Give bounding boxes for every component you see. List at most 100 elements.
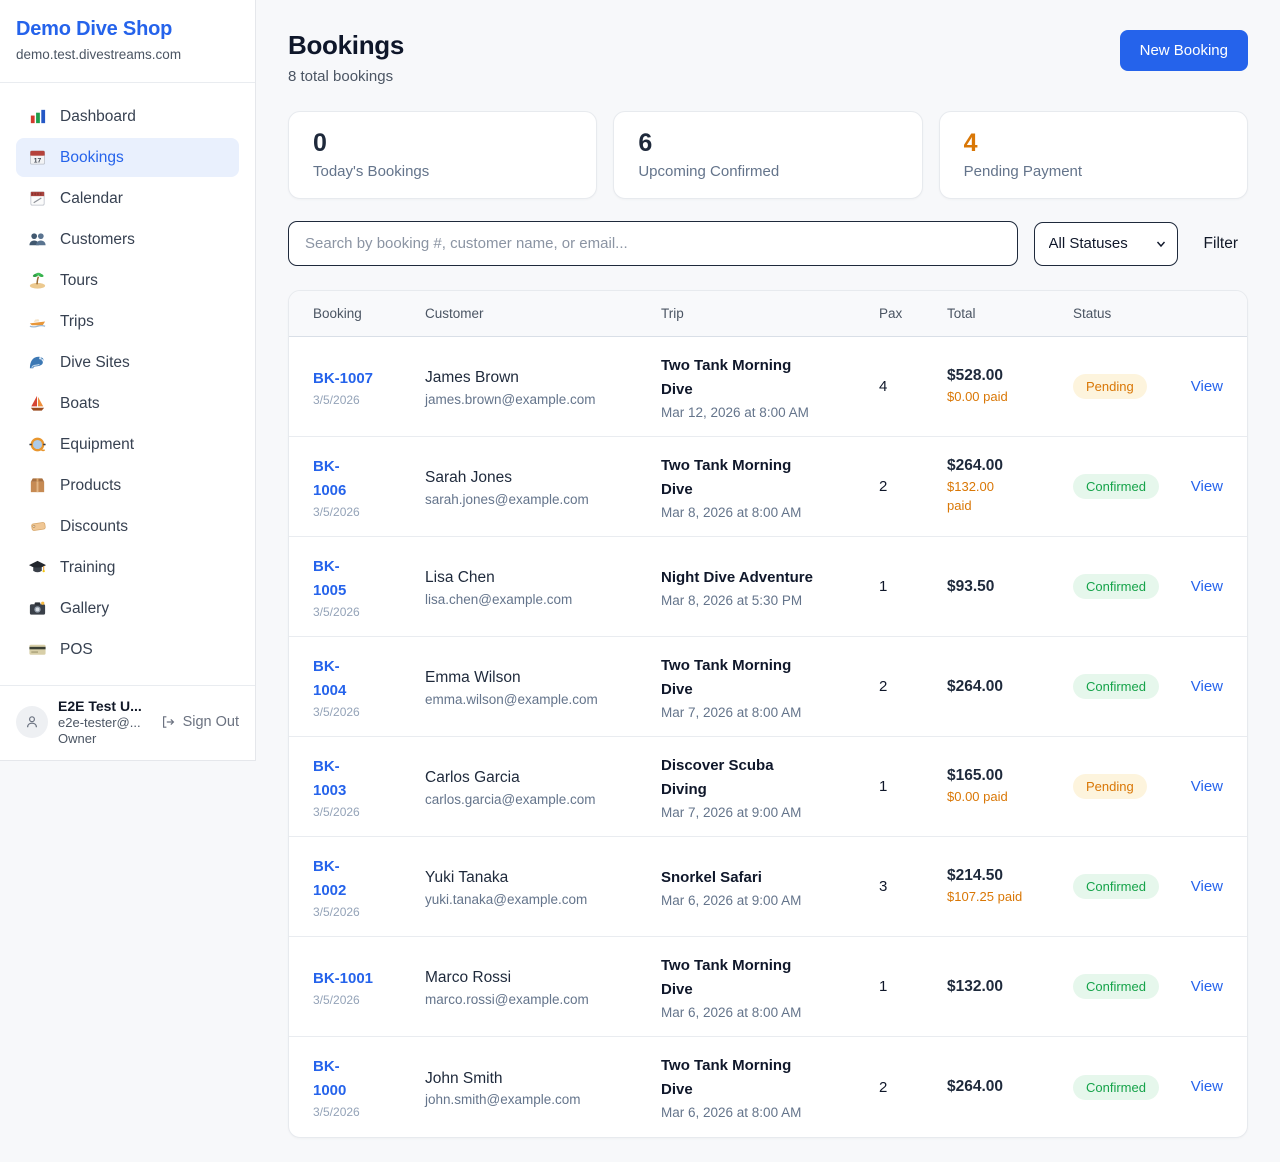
sidebar-item-label: Gallery: [60, 600, 109, 618]
sidebar-item-boats[interactable]: Boats: [16, 384, 239, 423]
sign-out-icon: [160, 714, 176, 730]
sailboat-icon: [28, 394, 47, 413]
column-header-trip: Trip: [661, 291, 879, 336]
sidebar-item-label: Training: [60, 559, 115, 577]
page-header: Bookings 8 total bookings New Booking: [288, 30, 1248, 85]
sidebar-item-label: POS: [60, 641, 93, 659]
sidebar-item-dive-sites[interactable]: Dive Sites: [16, 343, 239, 382]
table-body: BK-1007 3/5/2026 James Brown james.brown…: [289, 337, 1247, 1137]
table-row[interactable]: BK-1005 3/5/2026 Lisa Chen lisa.chen@exa…: [289, 537, 1247, 637]
page-title: Bookings: [288, 30, 404, 61]
sidebar-item-bookings[interactable]: 17 Bookings: [16, 138, 239, 177]
pax-count: 1: [879, 978, 947, 995]
paid-amount: $0.00 paid: [947, 788, 1027, 807]
package-icon: [28, 476, 47, 495]
table-row[interactable]: BK-1006 3/5/2026 Sarah Jones sarah.jones…: [289, 437, 1247, 537]
filter-button[interactable]: Filter: [1194, 229, 1248, 259]
dive-mask-icon: [28, 435, 47, 454]
column-header-pax: Pax: [879, 291, 947, 336]
sidebar-item-pos[interactable]: POS: [16, 630, 239, 669]
sidebar-item-customers[interactable]: Customers: [16, 220, 239, 259]
main-content: Bookings 8 total bookings New Booking 0 …: [256, 0, 1280, 1138]
customer-email: sarah.jones@example.com: [425, 492, 661, 507]
trip-datetime: Mar 7, 2026 at 9:00 AM: [661, 805, 879, 820]
sidebar-item-label: Dashboard: [60, 108, 136, 126]
sign-out-button[interactable]: Sign Out: [160, 714, 239, 730]
sidebar-item-gallery[interactable]: Gallery: [16, 589, 239, 628]
table-row[interactable]: BK-1004 3/5/2026 Emma Wilson emma.wilson…: [289, 637, 1247, 737]
sidebar-item-label: Boats: [60, 395, 100, 413]
status-select-wrap: All Statuses: [1034, 222, 1178, 266]
sidebar-item-calendar[interactable]: Calendar: [16, 179, 239, 218]
paid-amount: $107.25 paid: [947, 888, 1027, 907]
view-link[interactable]: View: [1191, 478, 1223, 495]
sidebar-item-label: Bookings: [60, 149, 124, 167]
new-booking-button[interactable]: New Booking: [1120, 30, 1248, 71]
customer-name: Marco Rossi: [425, 966, 661, 989]
booking-date: 3/5/2026: [313, 993, 425, 1007]
user-email: e2e-tester@...: [58, 715, 150, 730]
sidebar-item-tours[interactable]: Tours: [16, 261, 239, 300]
paid-amount: $132.00paid: [947, 478, 1027, 516]
table-row[interactable]: BK-1002 3/5/2026 Yuki Tanaka yuki.tanaka…: [289, 837, 1247, 937]
stat-todays-bookings: 0 Today's Bookings: [288, 111, 597, 199]
trip-datetime: Mar 8, 2026 at 8:00 AM: [661, 505, 879, 520]
total-amount: $264.00: [947, 457, 1073, 475]
table-row[interactable]: BK-1007 3/5/2026 James Brown james.brown…: [289, 337, 1247, 437]
filter-controls: All Statuses Filter: [288, 221, 1248, 266]
trip-name: Two Tank MorningDive: [661, 1054, 879, 1102]
booking-id-link[interactable]: BK-1005: [313, 555, 346, 603]
svg-text:17: 17: [34, 157, 42, 164]
trip-datetime: Mar 6, 2026 at 8:00 AM: [661, 1005, 879, 1020]
view-link[interactable]: View: [1191, 878, 1223, 895]
table-row[interactable]: BK-1001 3/5/2026 Marco Rossi marco.rossi…: [289, 937, 1247, 1037]
sidebar-item-trips[interactable]: Trips: [16, 302, 239, 341]
search-input[interactable]: [288, 221, 1018, 266]
booking-id-link[interactable]: BK-1002: [313, 855, 346, 903]
stat-value: 4: [964, 129, 1223, 158]
total-amount: $165.00: [947, 767, 1073, 785]
sidebar-item-label: Trips: [60, 313, 94, 331]
sidebar-item-products[interactable]: Products: [16, 466, 239, 505]
sidebar-item-dashboard[interactable]: Dashboard: [16, 97, 239, 136]
stat-upcoming-confirmed: 6 Upcoming Confirmed: [613, 111, 922, 199]
booking-id-link[interactable]: BK-1006: [313, 455, 346, 503]
status-select[interactable]: All Statuses: [1034, 222, 1178, 266]
view-link[interactable]: View: [1191, 578, 1223, 595]
sidebar-item-label: Discounts: [60, 518, 128, 536]
total-amount: $528.00: [947, 367, 1073, 385]
view-link[interactable]: View: [1191, 1078, 1223, 1095]
user-info: E2E Test U... e2e-tester@... Owner: [58, 698, 150, 746]
view-link[interactable]: View: [1191, 778, 1223, 795]
stat-label: Today's Bookings: [313, 163, 572, 180]
pax-count: 1: [879, 778, 947, 795]
booking-id-link[interactable]: BK-1001: [313, 967, 373, 991]
view-link[interactable]: View: [1191, 678, 1223, 695]
booking-id-link[interactable]: BK-1000: [313, 1055, 346, 1103]
sidebar-item-training[interactable]: Training: [16, 548, 239, 587]
booking-id-link[interactable]: BK-1004: [313, 655, 346, 703]
booking-id-link[interactable]: BK-1007: [313, 367, 373, 391]
column-header-total: Total: [947, 291, 1073, 336]
customer-email: lisa.chen@example.com: [425, 592, 661, 607]
trip-datetime: Mar 12, 2026 at 8:00 AM: [661, 405, 879, 420]
status-badge: Pending: [1073, 774, 1147, 799]
total-amount: $214.50: [947, 867, 1073, 885]
table-row[interactable]: BK-1003 3/5/2026 Carlos Garcia carlos.ga…: [289, 737, 1247, 837]
booking-date: 3/5/2026: [313, 705, 425, 719]
booking-date: 3/5/2026: [313, 1105, 425, 1119]
booking-id-link[interactable]: BK-1003: [313, 755, 346, 803]
customer-name: Yuki Tanaka: [425, 866, 661, 889]
view-link[interactable]: View: [1191, 378, 1223, 395]
sidebar: Demo Dive Shop demo.test.divestreams.com…: [0, 0, 256, 761]
table-row[interactable]: BK-1000 3/5/2026 John Smith john.smith@e…: [289, 1037, 1247, 1137]
sidebar-item-equipment[interactable]: Equipment: [16, 425, 239, 464]
customer-email: carlos.garcia@example.com: [425, 792, 661, 807]
view-link[interactable]: View: [1191, 978, 1223, 995]
page-subtitle: 8 total bookings: [288, 68, 404, 85]
sidebar-item-discounts[interactable]: Discounts: [16, 507, 239, 546]
column-header-status: Status: [1073, 291, 1223, 336]
pax-count: 1: [879, 578, 947, 595]
pax-count: 2: [879, 478, 947, 495]
wave-icon: [28, 353, 47, 372]
